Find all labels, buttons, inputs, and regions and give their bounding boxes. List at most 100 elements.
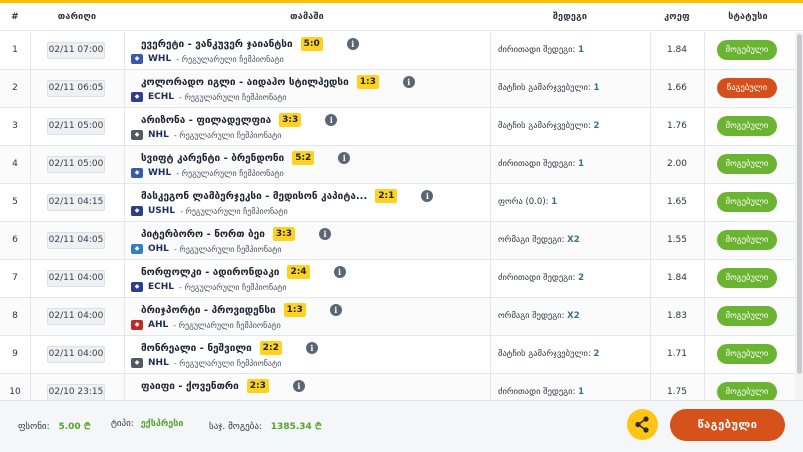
info-icon[interactable]: i: [333, 266, 346, 278]
league-desc: - რეგულარული ჩემპიონატი: [173, 358, 282, 368]
league-logo-icon: ◆: [131, 320, 143, 330]
bet-type-label: ტიპი:: [111, 419, 134, 429]
outcome-label: ორმაგი შედეგი:: [498, 311, 565, 321]
outcome: ორმაგი შედეგი: X2: [498, 222, 580, 259]
divider: [30, 70, 31, 107]
match-title: ბრიჯპორტი - პროვიდენსი 1:3 i: [141, 303, 342, 317]
divider: [30, 260, 31, 297]
potential-win-info: საჯ. მოგება: 1385.34 ₾: [209, 419, 322, 432]
info-icon[interactable]: i: [346, 38, 359, 50]
outcome-value: X2: [567, 311, 580, 321]
match-date: 02/11 05:00: [47, 156, 105, 173]
table-row: 6 02/11 04:05 პიტერბორო - ნორთ ბეი 3:3 i…: [0, 222, 803, 260]
match-teams[interactable]: სვიფტ კარენტი - ბრენდონი: [141, 153, 284, 164]
outcome-value: 1: [578, 387, 584, 397]
match-score-badge: 2:4: [287, 265, 310, 279]
potential-win-value: 1385.34 ₾: [270, 422, 322, 432]
col-outcome: შედეგი: [552, 12, 588, 22]
league-desc: - რეგულარული ჩემპიონატი: [179, 92, 287, 102]
divider: [490, 32, 491, 69]
divider: [30, 298, 31, 335]
outcome-value: X2: [567, 235, 580, 245]
table-row: 4 02/11 05:00 სვიფტ კარენტი - ბრენდონი 5…: [0, 146, 803, 184]
info-icon[interactable]: i: [319, 228, 331, 240]
status-badge: წაგებული: [717, 78, 777, 98]
table-row: 7 02/11 04:00 ნორფოლკი - ადირონდაკი 2:4 …: [0, 260, 803, 298]
row-number: 9: [12, 349, 18, 359]
league-info: ◆ NHL - რეგულარული ჩემპიონატი: [131, 129, 281, 141]
divider: [704, 298, 705, 335]
table-row: 5 02/11 04:15 მასკეგონ ლამბერჯეკსი - მედ…: [0, 184, 803, 222]
league-logo-icon: ◆: [131, 54, 143, 64]
divider: [490, 222, 491, 259]
outcome-label: ძირითადი შედეგი:: [498, 387, 576, 397]
league-logo-icon: ◆: [131, 244, 143, 254]
outcome-value: 2: [593, 349, 600, 359]
match-date: 02/11 07:00: [47, 42, 105, 59]
divider: [124, 298, 125, 335]
divider: [124, 336, 125, 373]
odd-value: 1.83: [666, 311, 688, 321]
match-teams[interactable]: მასკეგონ ლამბერჯეკსი - მედისონ კაპიტა...: [141, 191, 367, 202]
league-logo-icon: ◆: [131, 130, 143, 140]
row-number: 4: [12, 159, 18, 169]
info-icon[interactable]: i: [329, 304, 342, 316]
match-date: 02/11 05:00: [47, 118, 105, 135]
info-icon[interactable]: i: [338, 152, 351, 164]
match-teams[interactable]: ბრიჯპორტი - პროვიდენსი: [141, 305, 276, 316]
info-icon[interactable]: i: [325, 114, 338, 126]
outcome-label: ძირითადი შედეგი:: [498, 45, 576, 55]
divider: [704, 260, 705, 297]
match-teams[interactable]: ფაიფი - ქოვენთრი: [141, 381, 239, 392]
divider: [30, 336, 31, 373]
outcome-label: ძირითადი შედეგი:: [498, 273, 576, 283]
match-title: პიტერბორო - ნორთ ბეი 3:3 i: [141, 227, 331, 241]
outcome-label: მატჩის გამარჯვებული:: [498, 83, 591, 93]
odd-value: 1.55: [666, 235, 688, 245]
match-title: მონრეალი - ნეშვილი 2:2 i: [141, 341, 318, 355]
status-badge: მოგებული: [717, 116, 777, 136]
bet-status-button[interactable]: წაგებული: [670, 409, 785, 441]
bet-type-value: ექსპრესი: [140, 419, 184, 429]
table-row: 8 02/11 04:00 ბრიჯპორტი - პროვიდენსი 1:3…: [0, 298, 803, 336]
status-badge: მოგებული: [717, 382, 777, 400]
match-teams[interactable]: ნორფოლკი - ადირონდაკი: [141, 267, 279, 278]
league-logo-icon: ◆: [131, 282, 143, 292]
info-icon[interactable]: i: [305, 342, 318, 354]
divider: [124, 32, 125, 69]
scrollbar-thumb[interactable]: [797, 34, 802, 374]
stake-value: 5.00 ₾: [58, 422, 91, 432]
league-name: WHL: [148, 54, 172, 64]
share-button[interactable]: [627, 409, 658, 440]
info-icon[interactable]: i: [421, 190, 434, 202]
league-name: AHL: [148, 320, 169, 330]
info-icon[interactable]: i: [292, 380, 305, 392]
outcome: მატჩის გამარჯვებული: 1: [498, 70, 599, 107]
divider: [490, 298, 491, 335]
outcome-value: 1: [578, 45, 584, 55]
league-name: ECHL: [148, 282, 175, 292]
divider: [704, 32, 705, 69]
league-info: ◆ USHL - რეგულარული ჩემპიონატი: [131, 205, 288, 217]
match-teams[interactable]: არიზონა - ფილადელფია: [141, 115, 271, 126]
outcome: მატჩის გამარჯვებული: 2: [498, 336, 599, 373]
status-badge: მოგებული: [717, 344, 777, 364]
league-desc: - რეგულარული ჩემპიონატი: [176, 54, 284, 64]
outcome-label: მატჩის გამარჯვებული:: [498, 121, 591, 131]
stake-info: ფსონი: 5.00 ₾: [18, 419, 91, 432]
match-teams[interactable]: კოლორადო იგლი - აიდაჰო სტილჰედსი: [141, 77, 349, 88]
league-info: ◆ AHL - რეგულარული ჩემპიონატი: [131, 319, 281, 331]
info-icon[interactable]: i: [402, 76, 415, 88]
divider: [704, 108, 705, 145]
match-teams[interactable]: მონრეალი - ნეშვილი: [141, 343, 252, 354]
match-title: ნორფოლკი - ადირონდაკი 2:4 i: [141, 265, 346, 279]
divider: [704, 336, 705, 373]
divider: [124, 146, 125, 183]
bet-type-info: ტიპი: ექსპრესი: [111, 419, 183, 429]
match-teams[interactable]: ევერეტი - ვანკუვერ ჯაიანტსი: [141, 39, 293, 50]
status-badge: მოგებული: [717, 192, 777, 212]
potential-win-label: საჯ. მოგება:: [209, 422, 262, 432]
match-teams[interactable]: პიტერბორო - ნორთ ბეი: [141, 229, 265, 240]
league-name: NHL: [148, 130, 169, 140]
league-logo-icon: ◆: [131, 358, 143, 368]
